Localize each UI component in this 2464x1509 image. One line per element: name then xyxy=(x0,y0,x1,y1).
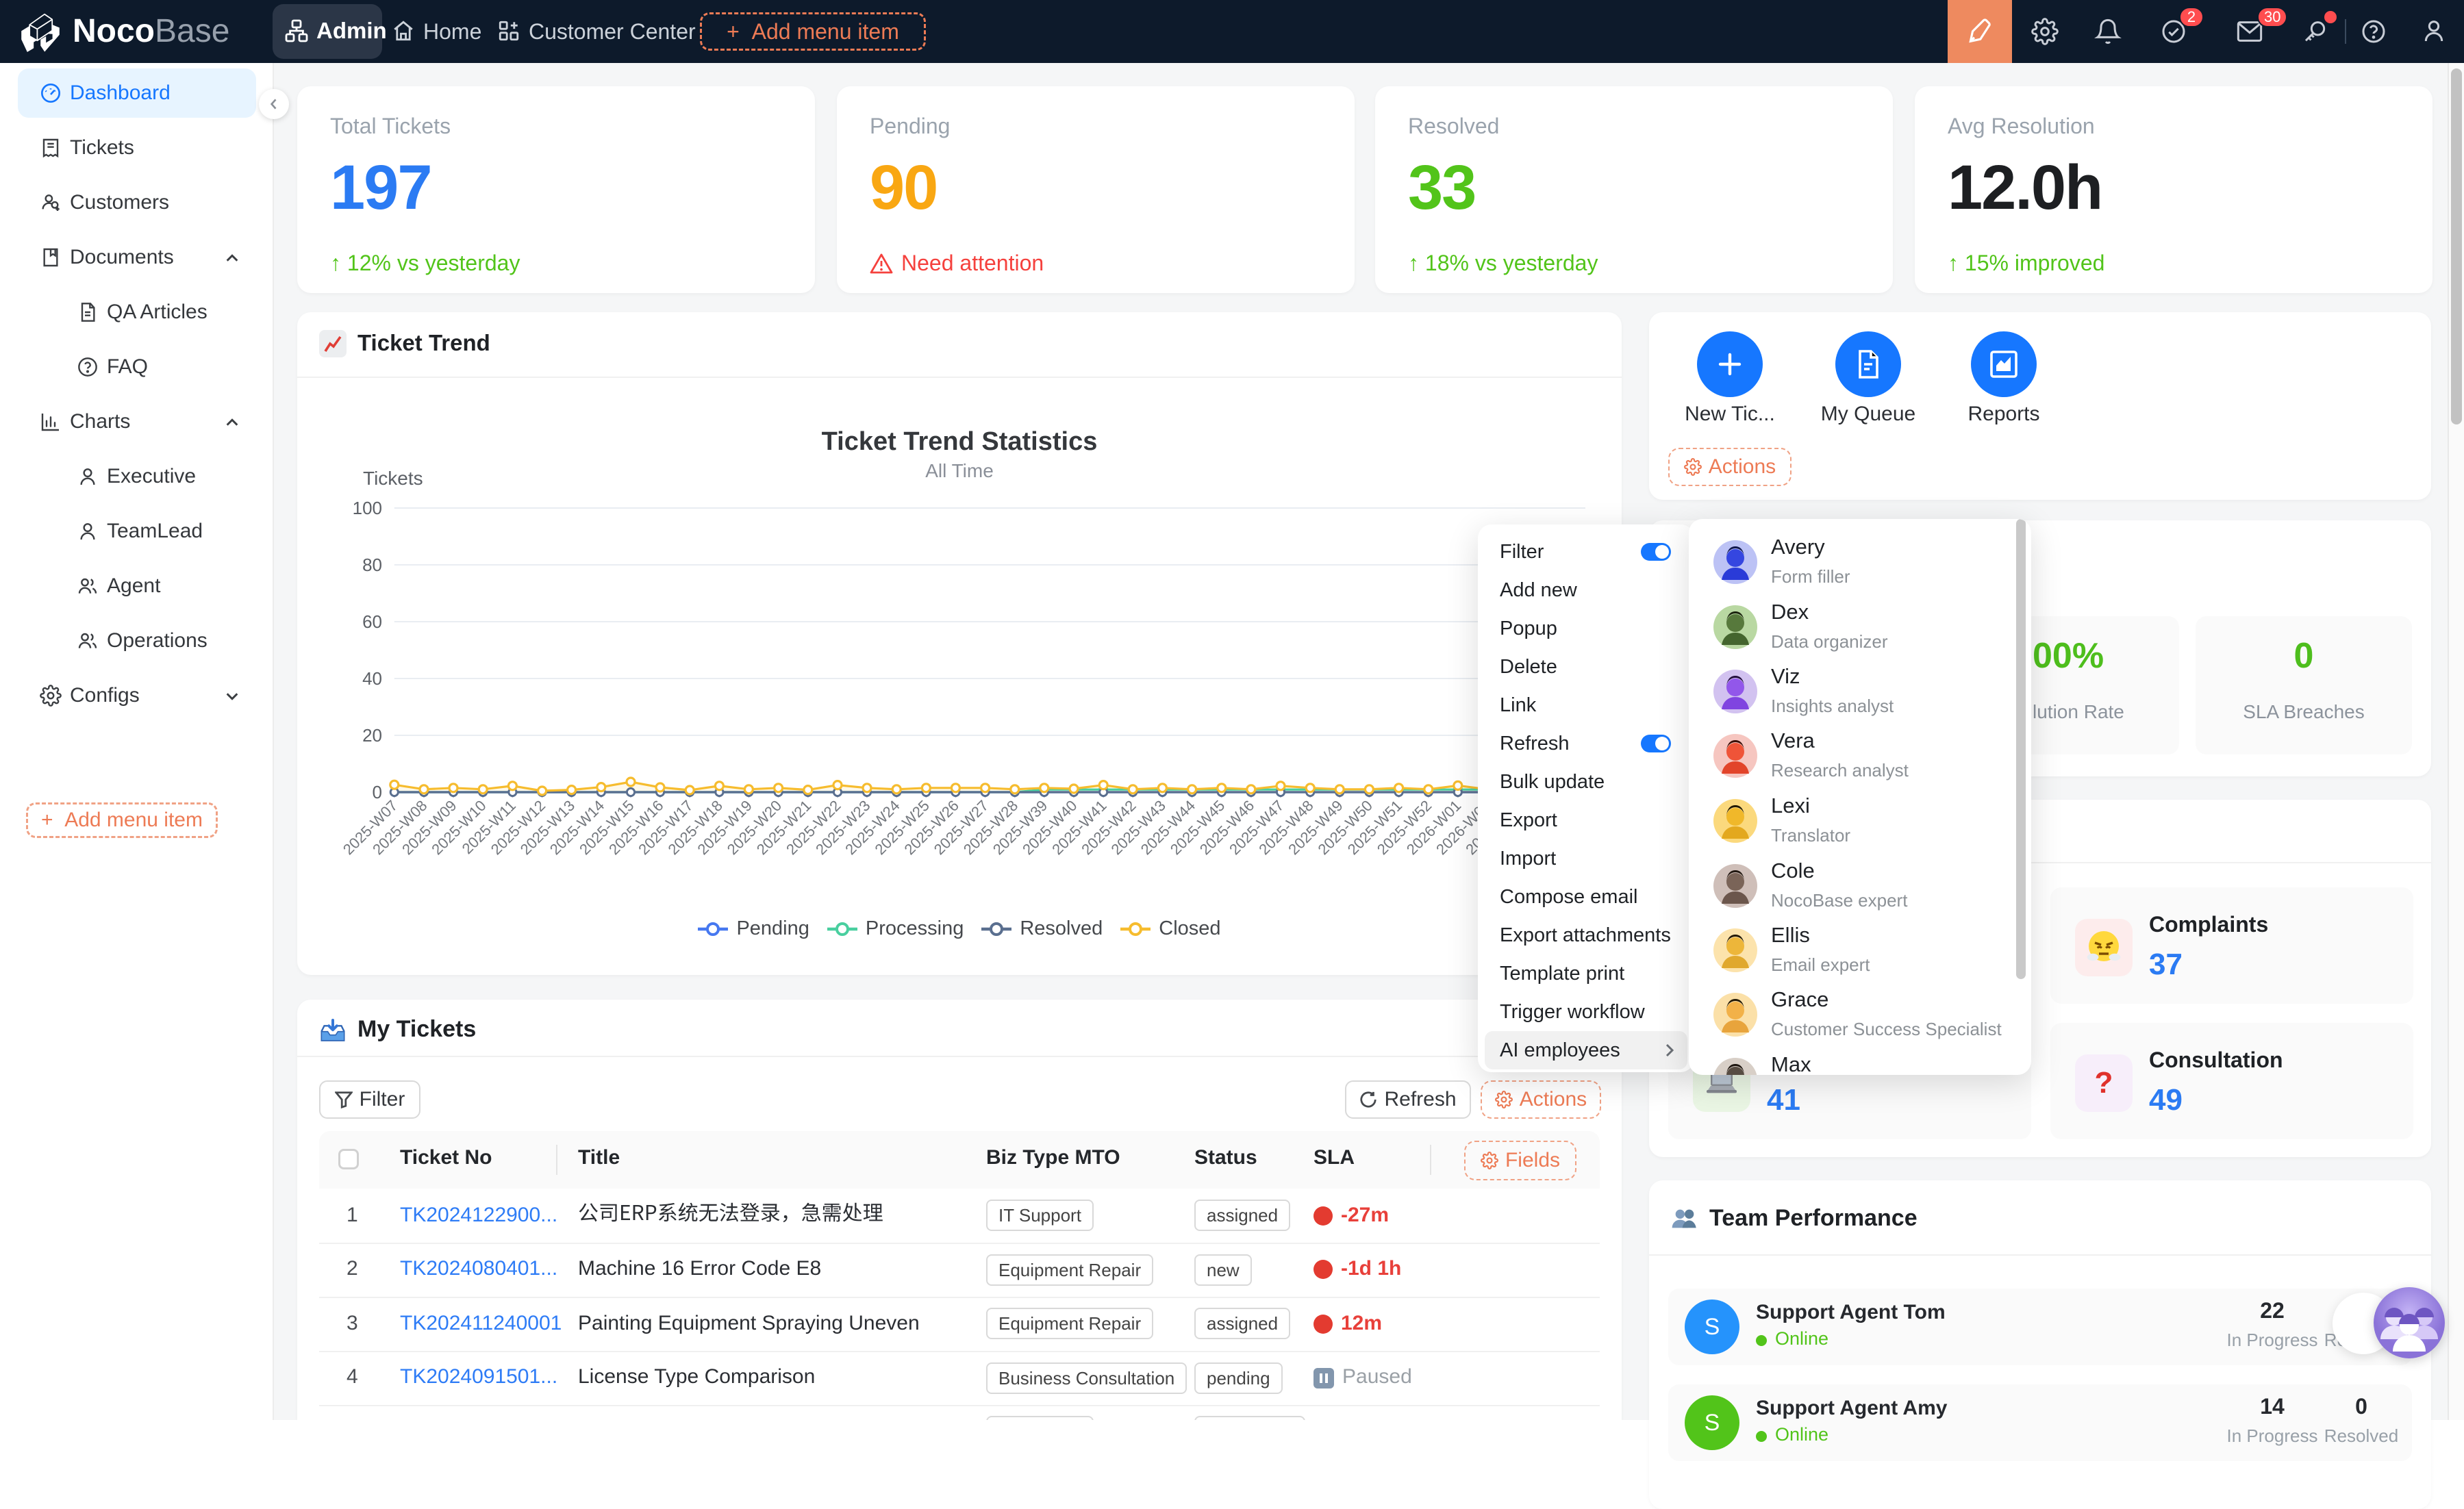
svg-text:20: 20 xyxy=(362,725,382,746)
svg-text:60: 60 xyxy=(362,611,382,632)
svg-text:40: 40 xyxy=(362,668,382,689)
svg-text:80: 80 xyxy=(362,555,382,575)
svg-text:100: 100 xyxy=(353,498,382,518)
svg-text:0: 0 xyxy=(373,782,382,802)
svg-text:Tickets: Tickets xyxy=(363,468,423,489)
